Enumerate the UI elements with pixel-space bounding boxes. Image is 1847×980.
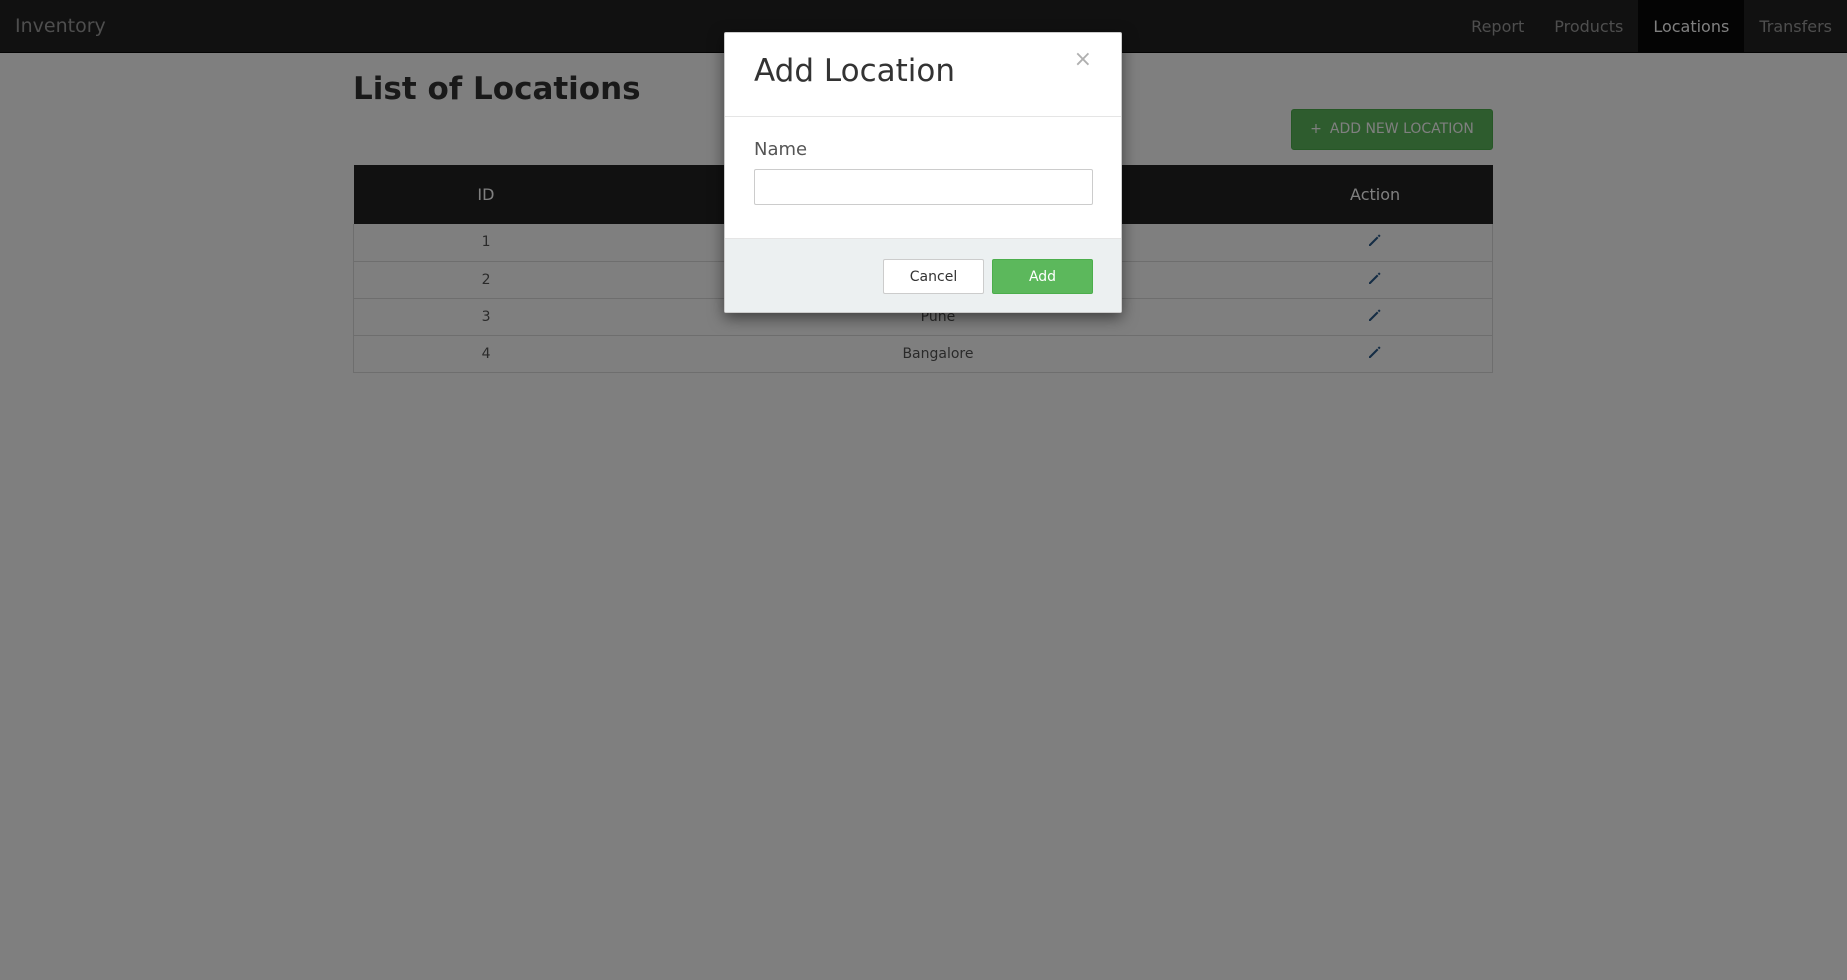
add-location-modal: Add Location × Name Cancel Add (724, 32, 1122, 313)
modal-title: Add Location (754, 53, 955, 89)
close-icon[interactable]: × (1074, 47, 1092, 72)
name-input[interactable] (754, 169, 1093, 205)
modal-footer: Cancel Add (725, 238, 1121, 312)
cancel-button[interactable]: Cancel (883, 259, 984, 294)
modal-body: Name (725, 117, 1121, 238)
name-label: Name (754, 139, 808, 160)
modal-header: Add Location × (725, 33, 1121, 117)
add-button[interactable]: Add (992, 259, 1093, 294)
